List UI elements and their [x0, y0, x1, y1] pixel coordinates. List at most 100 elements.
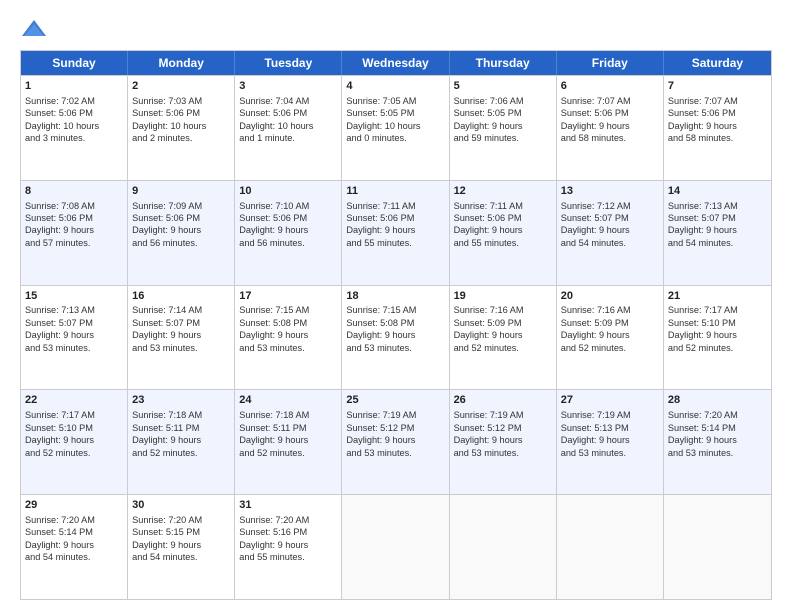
day-info-line: Sunrise: 7:14 AM: [132, 304, 230, 316]
day-info-line: Sunset: 5:07 PM: [668, 212, 767, 224]
day-info-line: Daylight: 9 hours: [346, 434, 444, 446]
day-number: 20: [561, 289, 659, 304]
day-info-line: Sunrise: 7:20 AM: [239, 514, 337, 526]
calendar-cell: 18Sunrise: 7:15 AMSunset: 5:08 PMDayligh…: [342, 286, 449, 390]
calendar-row: 15Sunrise: 7:13 AMSunset: 5:07 PMDayligh…: [21, 285, 771, 390]
calendar-body: 1Sunrise: 7:02 AMSunset: 5:06 PMDaylight…: [21, 75, 771, 599]
calendar-cell: 8Sunrise: 7:08 AMSunset: 5:06 PMDaylight…: [21, 181, 128, 285]
day-info-line: Sunset: 5:09 PM: [561, 317, 659, 329]
day-info-line: Sunrise: 7:18 AM: [132, 409, 230, 421]
day-number: 15: [25, 289, 123, 304]
calendar-cell: 4Sunrise: 7:05 AMSunset: 5:05 PMDaylight…: [342, 76, 449, 180]
day-number: 1: [25, 79, 123, 94]
logo: [20, 18, 52, 40]
day-info-line: and 58 minutes.: [561, 132, 659, 144]
day-info-line: Sunrise: 7:07 AM: [668, 95, 767, 107]
day-info-line: and 1 minute.: [239, 132, 337, 144]
day-info-line: Sunset: 5:14 PM: [668, 422, 767, 434]
day-number: 26: [454, 393, 552, 408]
day-info-line: Sunset: 5:15 PM: [132, 526, 230, 538]
calendar-day-header: Wednesday: [342, 51, 449, 75]
day-info-line: Sunrise: 7:10 AM: [239, 200, 337, 212]
day-info-line: Sunrise: 7:20 AM: [25, 514, 123, 526]
day-info-line: Sunset: 5:06 PM: [454, 212, 552, 224]
day-info-line: Sunset: 5:06 PM: [346, 212, 444, 224]
day-info-line: Daylight: 9 hours: [561, 329, 659, 341]
day-number: 29: [25, 498, 123, 513]
day-number: 17: [239, 289, 337, 304]
day-info-line: Sunset: 5:06 PM: [25, 107, 123, 119]
day-info-line: Daylight: 9 hours: [132, 329, 230, 341]
day-info-line: Daylight: 9 hours: [239, 434, 337, 446]
calendar-row: 22Sunrise: 7:17 AMSunset: 5:10 PM Dayligh…: [21, 389, 771, 494]
day-info-line: Daylight: 9 hours: [454, 329, 552, 341]
calendar-cell: 31Sunrise: 7:20 AMSunset: 5:16 PMDayligh…: [235, 495, 342, 599]
day-info-line: Daylight: 9 hours: [132, 539, 230, 551]
day-number: 22: [25, 393, 123, 408]
calendar-cell: [557, 495, 664, 599]
calendar-cell: 2Sunrise: 7:03 AMSunset: 5:06 PMDaylight…: [128, 76, 235, 180]
day-info-line: and 53 minutes.: [239, 342, 337, 354]
calendar-cell: 12Sunrise: 7:11 AMSunset: 5:06 PMDayligh…: [450, 181, 557, 285]
day-number: 24: [239, 393, 337, 408]
day-info-line: Sunrise: 7:19 AM: [346, 409, 444, 421]
day-info-line: Sunset: 5:06 PM: [132, 212, 230, 224]
day-info-line: Sunset: 5:06 PM: [668, 107, 767, 119]
day-info-line: Sunset: 5:10 PM: [25, 422, 123, 434]
day-info-line: Sunrise: 7:15 AM: [239, 304, 337, 316]
day-info-line: Sunrise: 7:16 AM: [561, 304, 659, 316]
day-number: 13: [561, 184, 659, 199]
calendar-cell: 9Sunrise: 7:09 AMSunset: 5:06 PMDaylight…: [128, 181, 235, 285]
day-number: 27: [561, 393, 659, 408]
day-info-line: Sunrise: 7:15 AM: [346, 304, 444, 316]
day-info-line: Sunset: 5:06 PM: [239, 107, 337, 119]
day-info-line: and 53 minutes.: [25, 342, 123, 354]
day-info-line: Sunset: 5:11 PM: [132, 422, 230, 434]
day-info-line: Sunset: 5:12 PM: [454, 422, 552, 434]
day-info-line: Sunrise: 7:11 AM: [454, 200, 552, 212]
day-number: 9: [132, 184, 230, 199]
day-info-line: Daylight: 9 hours: [454, 120, 552, 132]
calendar-cell: 20Sunrise: 7:16 AMSunset: 5:09 PMDayligh…: [557, 286, 664, 390]
day-info-line: Sunset: 5:12 PM: [346, 422, 444, 434]
day-number: 31: [239, 498, 337, 513]
calendar-row: 1Sunrise: 7:02 AMSunset: 5:06 PMDaylight…: [21, 75, 771, 180]
day-info-line: Daylight: 9 hours: [346, 224, 444, 236]
day-info-line: Sunset: 5:07 PM: [132, 317, 230, 329]
day-info-line: Sunset: 5:11 PM: [239, 422, 337, 434]
day-info-line: Daylight: 10 hours: [25, 120, 123, 132]
day-info-line: Daylight: 9 hours: [25, 224, 123, 236]
calendar-cell: 11Sunrise: 7:11 AMSunset: 5:06 PMDayligh…: [342, 181, 449, 285]
day-info-line: and 52 minutes.: [25, 447, 123, 459]
day-info-line: Sunrise: 7:05 AM: [346, 95, 444, 107]
day-info-line: Sunrise: 7:16 AM: [454, 304, 552, 316]
day-info-line: Sunrise: 7:03 AM: [132, 95, 230, 107]
day-info-line: Sunset: 5:06 PM: [239, 212, 337, 224]
day-info-line: and 52 minutes.: [132, 447, 230, 459]
day-number: 11: [346, 184, 444, 199]
day-number: 21: [668, 289, 767, 304]
calendar-cell: 16Sunrise: 7:14 AMSunset: 5:07 PMDayligh…: [128, 286, 235, 390]
day-info-line: Daylight: 9 hours: [561, 434, 659, 446]
day-info-line: Sunrise: 7:02 AM: [25, 95, 123, 107]
day-info-line: and 53 minutes.: [668, 447, 767, 459]
day-info-line: Daylight: 9 hours: [668, 329, 767, 341]
day-info-line: Sunrise: 7:17 AM: [25, 409, 123, 421]
calendar-day-header: Friday: [557, 51, 664, 75]
calendar-cell: 25Sunrise: 7:19 AMSunset: 5:12 PMDayligh…: [342, 390, 449, 494]
day-number: 16: [132, 289, 230, 304]
calendar-cell: 29Sunrise: 7:20 AMSunset: 5:14 PMDayligh…: [21, 495, 128, 599]
day-info-line: Daylight: 9 hours: [668, 434, 767, 446]
calendar-cell: 15Sunrise: 7:13 AMSunset: 5:07 PMDayligh…: [21, 286, 128, 390]
day-number: 2: [132, 79, 230, 94]
day-info-line: Sunrise: 7:11 AM: [346, 200, 444, 212]
calendar-row: 8Sunrise: 7:08 AMSunset: 5:06 PMDaylight…: [21, 180, 771, 285]
day-info-line: Daylight: 9 hours: [239, 224, 337, 236]
day-info-line: Sunrise: 7:20 AM: [132, 514, 230, 526]
calendar-cell: 3Sunrise: 7:04 AMSunset: 5:06 PMDaylight…: [235, 76, 342, 180]
day-number: 18: [346, 289, 444, 304]
day-number: 14: [668, 184, 767, 199]
day-info-line: Sunset: 5:16 PM: [239, 526, 337, 538]
calendar-cell: 5Sunrise: 7:06 AMSunset: 5:05 PMDaylight…: [450, 76, 557, 180]
day-number: 5: [454, 79, 552, 94]
